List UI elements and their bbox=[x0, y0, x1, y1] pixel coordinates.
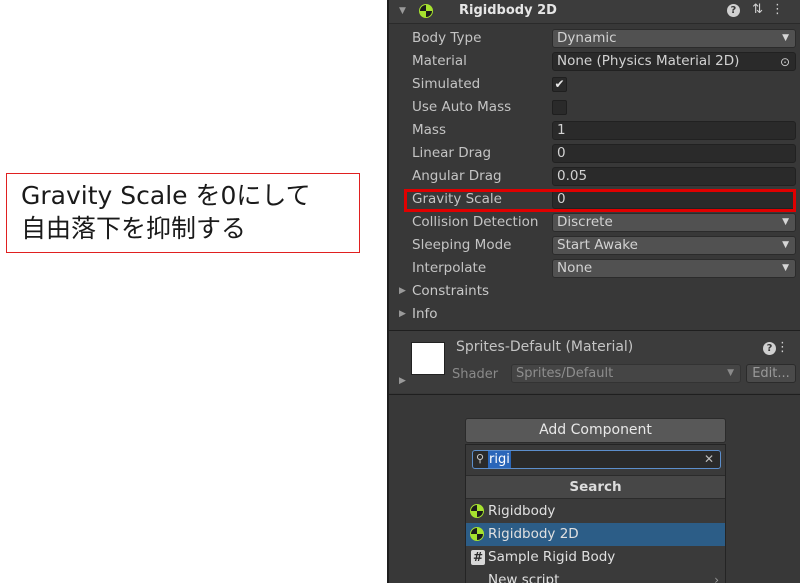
close-icon[interactable]: ✕ bbox=[704, 451, 714, 468]
object-picker-icon[interactable]: ⊙ bbox=[780, 54, 790, 71]
script-hash-icon: # bbox=[471, 550, 485, 565]
chevron-down-icon: ▼ bbox=[782, 263, 789, 273]
result-sample-rigid-body[interactable]: # Sample Rigid Body bbox=[466, 546, 725, 569]
divider bbox=[389, 394, 800, 395]
result-new-script[interactable]: New script › bbox=[466, 569, 725, 583]
foldout-collapsed-icon[interactable]: ▶ bbox=[399, 309, 406, 319]
angular-drag-label: Angular Drag bbox=[412, 168, 502, 184]
interpolate-value: None bbox=[557, 260, 593, 276]
interpolate-label: Interpolate bbox=[412, 260, 487, 276]
collision-detection-label: Collision Detection bbox=[412, 214, 539, 230]
question-icon[interactable]: ? bbox=[763, 342, 776, 355]
add-component-button[interactable]: Add Component bbox=[465, 418, 726, 443]
row-mass: Mass 1 bbox=[389, 119, 800, 142]
gravity-scale-label: Gravity Scale bbox=[412, 191, 502, 207]
result-rigidbody[interactable]: Rigidbody bbox=[466, 500, 725, 523]
result-label: Sample Rigid Body bbox=[488, 549, 616, 565]
component-title: Rigidbody 2D bbox=[459, 3, 557, 18]
row-simulated: Simulated ✔ bbox=[389, 73, 800, 96]
foldout-collapsed-icon[interactable]: ▶ bbox=[399, 376, 406, 386]
row-linear-drag: Linear Drag 0 bbox=[389, 142, 800, 165]
rigidbody2d-header[interactable]: ▼ Rigidbody 2D ? ⇅⋮ bbox=[389, 0, 800, 24]
body-type-value: Dynamic bbox=[557, 30, 617, 46]
simulated-label: Simulated bbox=[412, 76, 481, 92]
kebab-icon[interactable]: ⋮ bbox=[776, 340, 794, 355]
constraints-foldout[interactable]: ▶ Constraints bbox=[389, 280, 800, 303]
material-value: None (Physics Material 2D) bbox=[557, 53, 740, 69]
row-use-auto-mass: Use Auto Mass bbox=[389, 96, 800, 119]
chevron-down-icon: ▼ bbox=[782, 240, 789, 250]
component-search-input[interactable]: ⚲ rigi ✕ bbox=[472, 450, 721, 469]
angular-drag-input[interactable]: 0.05 bbox=[552, 167, 796, 186]
foldout-collapsed-icon[interactable]: ▶ bbox=[399, 286, 406, 296]
info-foldout[interactable]: ▶ Info bbox=[389, 303, 800, 326]
rigidbody-icon bbox=[470, 527, 484, 541]
gravity-scale-input[interactable]: 0 bbox=[552, 190, 796, 209]
annotation-line-2: 自由落下を抑制する bbox=[21, 214, 247, 243]
mass-input[interactable]: 1 bbox=[552, 121, 796, 140]
sleeping-mode-dropdown[interactable]: Start Awake ▼ bbox=[552, 236, 796, 255]
info-label: Info bbox=[412, 306, 438, 322]
rigidbody-icon bbox=[470, 504, 484, 518]
linear-drag-label: Linear Drag bbox=[412, 145, 492, 161]
row-material: Material None (Physics Material 2D) ⊙ bbox=[389, 50, 800, 73]
add-component-popup: ⚲ rigi ✕ Search Rigidbody Rigidbody 2D #… bbox=[465, 444, 726, 583]
row-angular-drag: Angular Drag 0.05 bbox=[389, 165, 800, 188]
result-rigidbody-2d[interactable]: Rigidbody 2D bbox=[466, 523, 725, 546]
result-label: Rigidbody bbox=[488, 503, 556, 519]
material-field[interactable]: None (Physics Material 2D) ⊙ bbox=[552, 52, 796, 71]
search-icon: ⚲ bbox=[476, 452, 485, 465]
annotation-line-1: Gravity Scale を0にして bbox=[21, 181, 311, 210]
row-interpolate: Interpolate None ▼ bbox=[389, 257, 800, 280]
chevron-right-icon: › bbox=[714, 573, 719, 583]
edit-shader-button[interactable]: Edit... bbox=[746, 364, 796, 383]
inspector-panel: ▼ Rigidbody 2D ? ⇅⋮ Body Type Dynamic ▼ … bbox=[387, 0, 800, 583]
kebab-icon[interactable]: ⋮ bbox=[771, 2, 792, 17]
row-collision-detection: Collision Detection Discrete ▼ bbox=[389, 211, 800, 234]
foldout-expanded-icon[interactable]: ▼ bbox=[399, 6, 406, 16]
material-label: Material bbox=[412, 53, 467, 69]
body-type-dropdown[interactable]: Dynamic ▼ bbox=[552, 29, 796, 48]
collision-detection-value: Discrete bbox=[557, 214, 613, 230]
shader-dropdown[interactable]: Sprites/Default ▼ bbox=[511, 364, 741, 383]
use-auto-mass-checkbox[interactable] bbox=[552, 100, 567, 115]
interpolate-dropdown[interactable]: None ▼ bbox=[552, 259, 796, 278]
search-query-text[interactable]: rigi bbox=[488, 451, 511, 468]
material-title: Sprites-Default (Material) bbox=[456, 339, 634, 355]
row-sleeping-mode: Sleeping Mode Start Awake ▼ bbox=[389, 234, 800, 257]
search-results-header: Search bbox=[466, 475, 725, 499]
sleeping-mode-label: Sleeping Mode bbox=[412, 237, 512, 253]
use-auto-mass-label: Use Auto Mass bbox=[412, 99, 512, 115]
chevron-down-icon: ▼ bbox=[782, 33, 789, 43]
result-label: Rigidbody 2D bbox=[488, 526, 579, 542]
row-body-type: Body Type Dynamic ▼ bbox=[389, 27, 800, 50]
collision-detection-dropdown[interactable]: Discrete ▼ bbox=[552, 213, 796, 232]
chevron-down-icon: ▼ bbox=[782, 217, 789, 227]
shader-label: Shader bbox=[452, 367, 499, 382]
linear-drag-input[interactable]: 0 bbox=[552, 144, 796, 163]
simulated-checkbox[interactable]: ✔ bbox=[552, 77, 567, 92]
rigidbody-icon bbox=[419, 4, 433, 18]
material-section: ▶ Sprites-Default (Material) ? ⋮ Shader S… bbox=[389, 331, 800, 393]
material-preview-thumbnail bbox=[411, 342, 445, 375]
sliders-icon[interactable]: ⇅ bbox=[752, 2, 771, 17]
chevron-down-icon: ▼ bbox=[727, 368, 734, 378]
body-type-label: Body Type bbox=[412, 30, 482, 46]
shader-value: Sprites/Default bbox=[516, 366, 614, 381]
question-icon[interactable]: ? bbox=[726, 4, 740, 17]
mass-label: Mass bbox=[412, 122, 446, 138]
row-gravity-scale: Gravity Scale 0 bbox=[389, 188, 800, 211]
sleeping-mode-value: Start Awake bbox=[557, 237, 638, 253]
result-label: New script bbox=[488, 572, 560, 583]
annotation-callout: Gravity Scale を0にして 自由落下を抑制する bbox=[6, 173, 360, 253]
constraints-label: Constraints bbox=[412, 283, 490, 299]
